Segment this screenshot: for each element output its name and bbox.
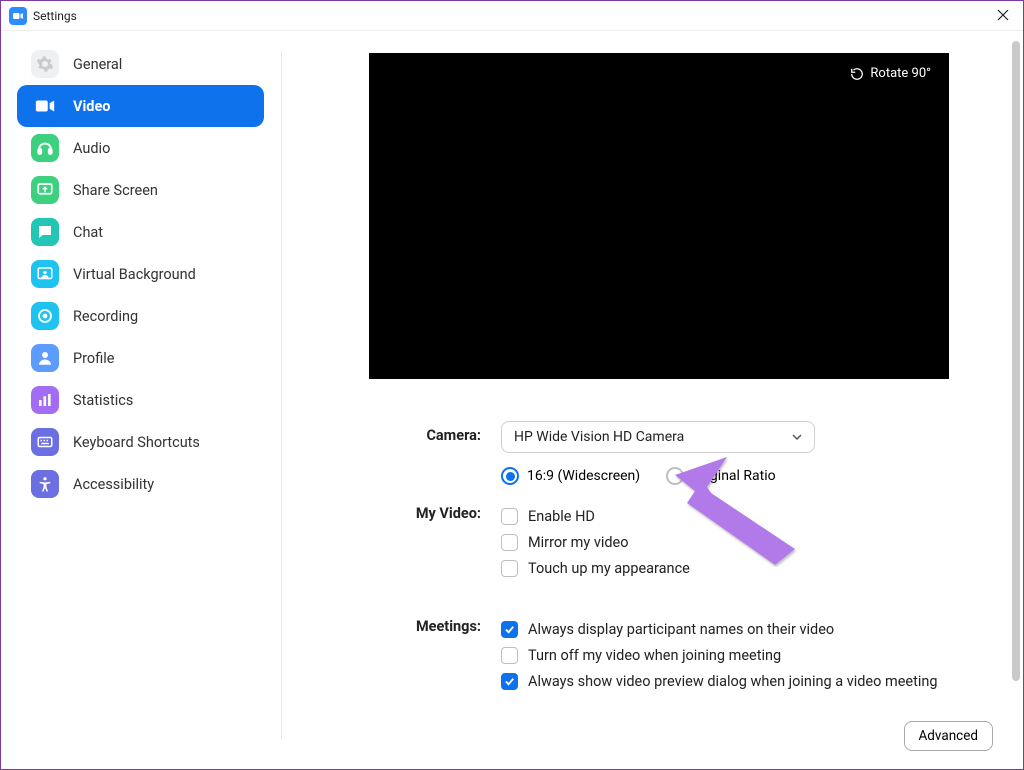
checkbox-label: Turn off my video when joining meeting — [528, 647, 781, 664]
camera-preview: Rotate 90° — [369, 53, 949, 379]
sidebar-item-label: Recording — [73, 308, 138, 325]
scrollbar-thumb[interactable] — [1012, 41, 1020, 681]
sidebar-item-general[interactable]: General — [17, 43, 264, 85]
camera-label: Camera: — [331, 421, 501, 444]
sidebar-item-chat[interactable]: Chat — [17, 211, 264, 253]
sidebar-item-recording[interactable]: Recording — [17, 295, 264, 337]
sidebar-item-label: Share Screen — [73, 182, 158, 199]
checkbox-label: Mirror my video — [528, 534, 629, 551]
rotate-label: Rotate 90° — [870, 66, 931, 81]
sidebar-item-label: Statistics — [73, 392, 133, 409]
sidebar-item-accessibility[interactable]: Accessibility — [17, 463, 264, 505]
recording-icon — [31, 302, 59, 330]
sidebar-item-profile[interactable]: Profile — [17, 337, 264, 379]
share-screen-icon — [31, 176, 59, 204]
rotate-icon — [850, 67, 864, 81]
turn-off-video-joining-checkbox[interactable]: Turn off my video when joining meeting — [501, 647, 997, 664]
window-close-button[interactable] — [991, 2, 1015, 29]
camera-select[interactable]: HP Wide Vision HD Camera — [501, 421, 815, 453]
sidebar-item-label: Virtual Background — [73, 266, 196, 283]
sidebar-item-label: Chat — [73, 224, 103, 241]
chat-icon — [31, 218, 59, 246]
settings-content: Rotate 90° Camera: HP Wide Vision HD Cam… — [281, 31, 1023, 769]
accessibility-icon — [31, 470, 59, 498]
profile-icon — [31, 344, 59, 372]
sidebar-item-keyboard-shortcuts[interactable]: Keyboard Shortcuts — [17, 421, 264, 463]
radio-label: 16:9 (Widescreen) — [527, 468, 640, 484]
sidebar-item-label: Video — [73, 98, 111, 115]
statistics-icon — [31, 386, 59, 414]
vertical-separator — [281, 51, 282, 739]
virtual-background-icon — [31, 260, 59, 288]
keyboard-icon — [31, 428, 59, 456]
sidebar-item-label: Keyboard Shortcuts — [73, 434, 200, 451]
enable-hd-checkbox[interactable]: Enable HD — [501, 508, 997, 525]
checkbox-label: Enable HD — [528, 508, 595, 525]
my-video-row: My Video: Enable HD Mirror my video Touc… — [331, 499, 997, 586]
settings-sidebar: General Video Audio Share Screen Chat — [1, 31, 281, 769]
mirror-video-checkbox[interactable]: Mirror my video — [501, 534, 997, 551]
meetings-label: Meetings: — [331, 612, 501, 635]
ratio-widescreen-radio[interactable]: 16:9 (Widescreen) — [501, 467, 640, 485]
ratio-original-radio[interactable]: Original Ratio — [666, 467, 775, 485]
sidebar-item-label: Accessibility — [73, 476, 154, 493]
window-title: Settings — [33, 9, 77, 23]
camera-selected-value: HP Wide Vision HD Camera — [514, 429, 684, 445]
radio-label: Original Ratio — [692, 468, 775, 484]
advanced-button[interactable]: Advanced — [904, 721, 994, 751]
sidebar-item-share-screen[interactable]: Share Screen — [17, 169, 264, 211]
sidebar-item-label: Audio — [73, 140, 110, 157]
checkbox-label: Always show video preview dialog when jo… — [528, 673, 938, 690]
audio-icon — [31, 134, 59, 162]
sidebar-item-label: Profile — [73, 350, 114, 367]
titlebar: Settings — [1, 1, 1023, 31]
video-preview-dialog-checkbox[interactable]: Always show video preview dialog when jo… — [501, 673, 997, 690]
sidebar-item-label: General — [73, 56, 122, 73]
rotate-90-button[interactable]: Rotate 90° — [840, 61, 941, 86]
video-icon — [31, 92, 59, 120]
sidebar-item-statistics[interactable]: Statistics — [17, 379, 264, 421]
my-video-label: My Video: — [331, 499, 501, 522]
checkbox-label: Touch up my appearance — [528, 560, 690, 577]
checkbox-label: Always display participant names on thei… — [528, 621, 834, 638]
gear-icon — [31, 50, 59, 78]
sidebar-item-audio[interactable]: Audio — [17, 127, 264, 169]
chevron-down-icon — [792, 432, 802, 442]
always-display-names-checkbox[interactable]: Always display participant names on thei… — [501, 621, 997, 638]
sidebar-item-video[interactable]: Video — [17, 85, 264, 127]
touch-up-checkbox[interactable]: Touch up my appearance — [501, 560, 997, 577]
camera-row: Camera: HP Wide Vision HD Camera 16:9 (W… — [331, 421, 997, 495]
sidebar-item-virtual-background[interactable]: Virtual Background — [17, 253, 264, 295]
meetings-row: Meetings: Always display participant nam… — [331, 612, 997, 699]
zoom-app-icon — [9, 7, 27, 25]
